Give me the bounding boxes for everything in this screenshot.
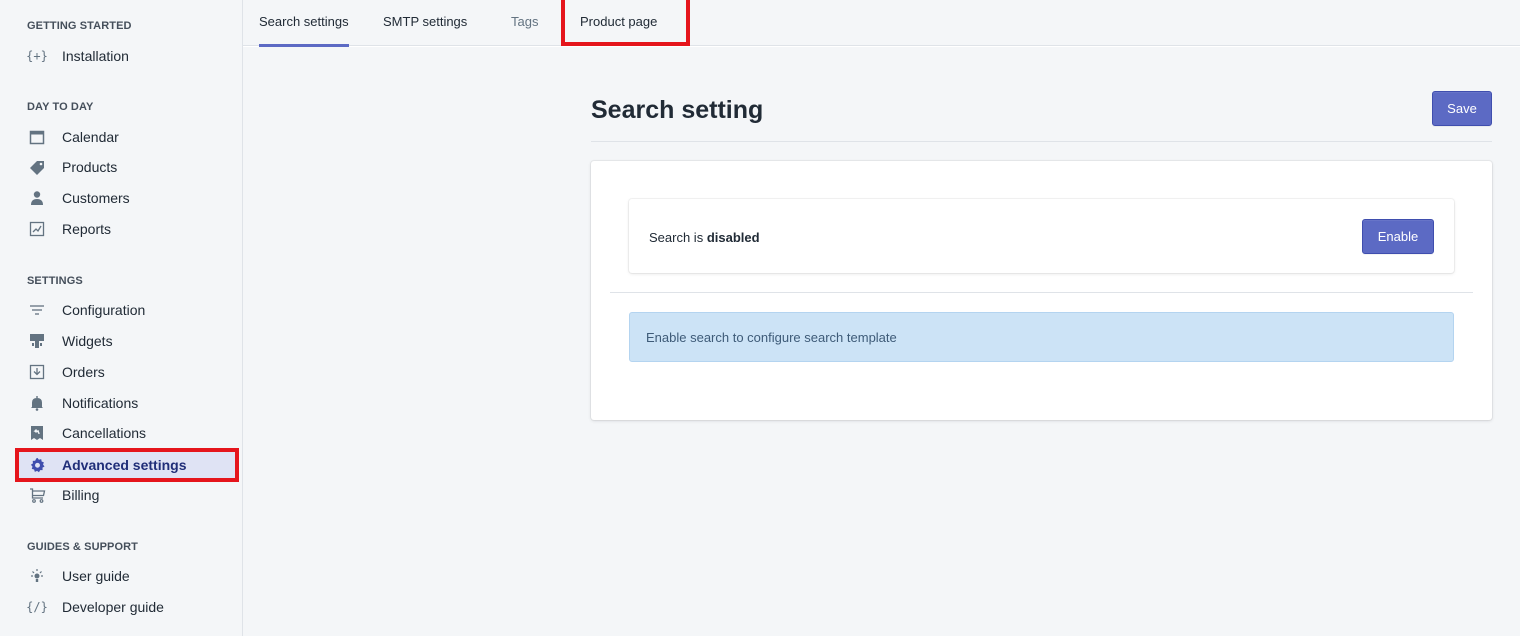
section-title-guides-support: GUIDES & SUPPORT: [27, 541, 139, 553]
tab-tags[interactable]: Tags: [511, 0, 538, 46]
tab-search-settings[interactable]: Search settings: [259, 0, 349, 47]
tag-icon: [27, 157, 47, 177]
section-title-day-to-day: DAY TO DAY: [27, 101, 94, 113]
sidebar-item-products[interactable]: Products: [17, 153, 237, 181]
search-status-prefix: Search is: [649, 230, 707, 245]
sidebar-item-developer-guide[interactable]: {/} Developer guide: [17, 593, 237, 621]
sidebar-item-orders[interactable]: Orders: [17, 358, 237, 386]
sidebar-item-label: Widgets: [62, 333, 113, 349]
sidebar: GETTING STARTED {+} Installation DAY TO …: [0, 0, 243, 636]
info-banner: Enable search to configure search templa…: [629, 312, 1454, 362]
sidebar-item-label: Customers: [62, 190, 130, 206]
chart-report-icon: [27, 219, 47, 239]
gear-icon: [27, 455, 47, 475]
section-title-settings: SETTINGS: [27, 275, 83, 287]
filter-lines-icon: [27, 300, 47, 320]
enable-button[interactable]: Enable: [1362, 219, 1434, 254]
sidebar-item-label: Calendar: [62, 129, 119, 145]
cart-icon: [27, 485, 47, 505]
sidebar-item-label: Installation: [62, 48, 129, 64]
sidebar-item-label: Orders: [62, 364, 105, 380]
search-status-state: disabled: [706, 230, 760, 245]
page-title: Search setting: [591, 96, 764, 124]
sidebar-item-calendar[interactable]: Calendar: [17, 123, 237, 151]
sidebar-item-widgets[interactable]: Widgets: [17, 327, 237, 355]
search-status-text: Search is disabled: [649, 230, 760, 245]
sidebar-item-label: Billing: [62, 487, 100, 503]
person-icon: [27, 188, 47, 208]
card-divider: [610, 292, 1473, 293]
search-settings-card: Search is disabled Enable Enable search …: [591, 161, 1492, 420]
code-braces-icon: {/}: [26, 600, 48, 614]
sidebar-item-advanced-settings[interactable]: Advanced settings: [15, 448, 239, 482]
sidebar-item-billing[interactable]: Billing: [17, 481, 237, 509]
tab-smtp-settings[interactable]: SMTP settings: [383, 0, 467, 46]
sidebar-item-label: Notifications: [62, 395, 139, 411]
sidebar-item-label: Advanced settings: [62, 457, 187, 473]
header-divider: [591, 141, 1492, 142]
sidebar-item-cancellations[interactable]: Cancellations: [17, 419, 237, 447]
section-title-getting-started: GETTING STARTED: [27, 20, 132, 32]
tab-product-page[interactable]: Product page: [580, 0, 657, 46]
sidebar-item-label: Configuration: [62, 302, 146, 318]
bell-icon: [27, 393, 47, 413]
sidebar-item-reports[interactable]: Reports: [17, 215, 237, 243]
sidebar-item-user-guide[interactable]: User guide: [17, 562, 237, 590]
app-root: GETTING STARTED {+} Installation DAY TO …: [0, 0, 1520, 636]
lightbulb-icon: [27, 566, 47, 586]
sidebar-item-label: Developer guide: [62, 599, 164, 615]
sidebar-item-label: Products: [62, 159, 118, 175]
order-download-icon: [27, 362, 47, 382]
sidebar-item-configuration[interactable]: Configuration: [17, 296, 237, 324]
widget-icon: [27, 331, 47, 351]
sidebar-item-notifications[interactable]: Notifications: [17, 389, 237, 417]
sidebar-item-customers[interactable]: Customers: [17, 184, 237, 212]
sidebar-item-label: Cancellations: [62, 425, 147, 441]
sidebar-item-installation[interactable]: {+} Installation: [17, 42, 237, 70]
sidebar-item-label: Reports: [62, 221, 112, 237]
search-status-box: Search is disabled Enable: [629, 199, 1454, 273]
save-button[interactable]: Save: [1432, 91, 1492, 126]
calendar-icon: [27, 127, 47, 147]
tab-bar: Search settings SMTP settings Tags Produ…: [243, 0, 1520, 47]
sidebar-item-label: User guide: [62, 568, 130, 584]
cancel-receipt-icon: [27, 423, 47, 443]
braces-plus-icon: {+}: [26, 49, 48, 63]
